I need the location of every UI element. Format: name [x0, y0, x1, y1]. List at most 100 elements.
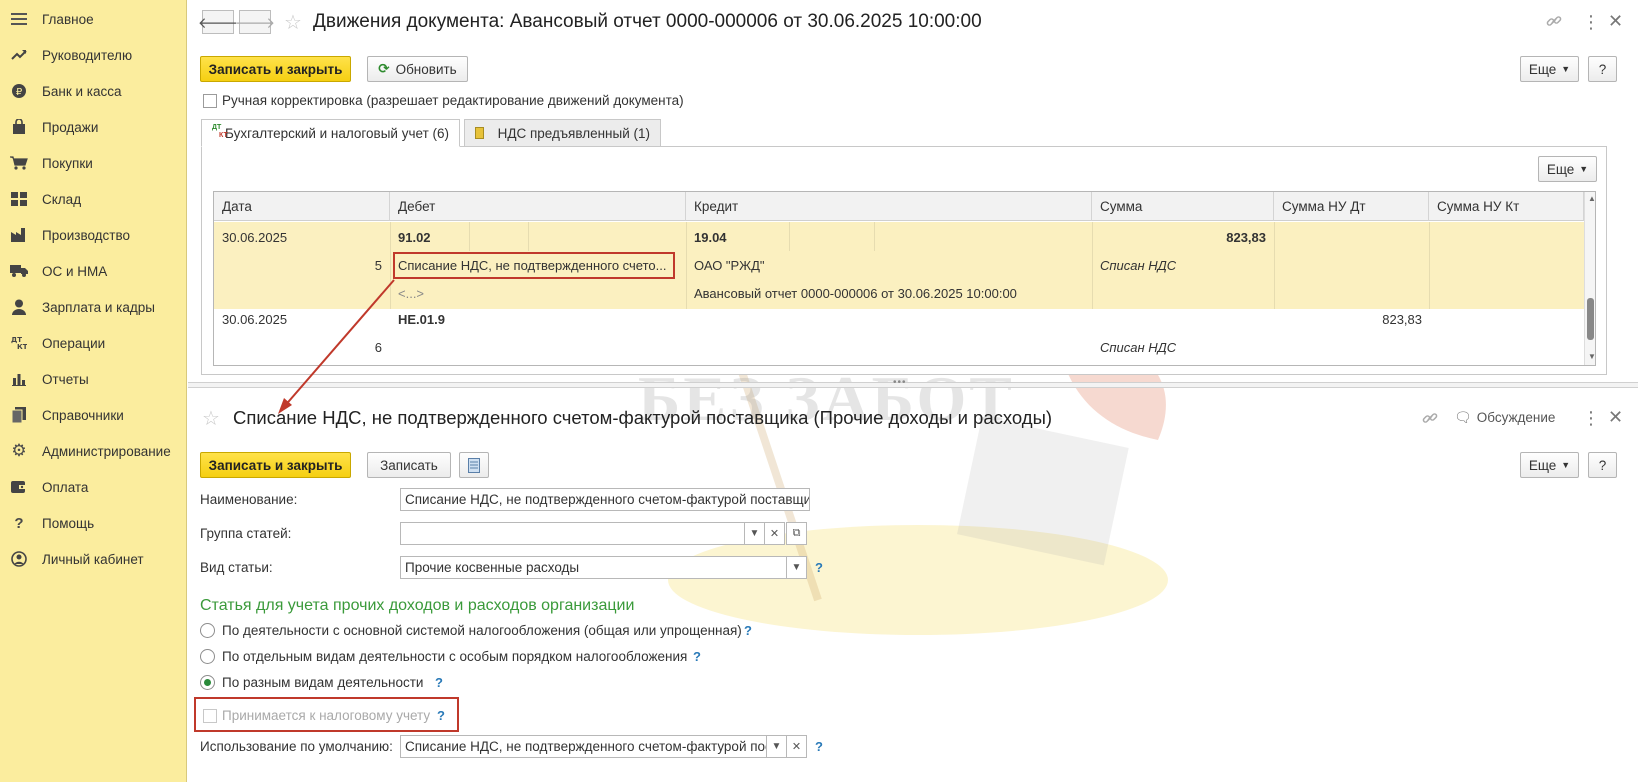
svg-text:КТ: КТ: [17, 343, 27, 350]
radio-main-tax[interactable]: [200, 623, 215, 638]
sidebar-item-label: Продажи: [42, 119, 99, 135]
sidebar-item-label: ОС и НМА: [42, 263, 108, 279]
annotation-highlight-box: [194, 697, 459, 732]
sidebar-item-bank[interactable]: ₽ Банк и касса: [0, 76, 187, 106]
factory-icon: [10, 226, 28, 244]
sidebar-item-label: Покупки: [42, 155, 93, 171]
report-button[interactable]: [459, 452, 489, 478]
radio-main-tax-label: По деятельности с основной системой нало…: [222, 623, 742, 638]
radio-special-tax[interactable]: [200, 649, 215, 664]
sidebar-item-label: Отчеты: [42, 371, 89, 387]
menu-icon: [10, 10, 28, 28]
sidebar-item-label: Руководителю: [42, 47, 133, 63]
sidebar-item-label: Администрирование: [42, 443, 171, 459]
sidebar-item-label: Справочники: [42, 407, 124, 423]
sidebar-item-account[interactable]: Личный кабинет: [0, 544, 187, 574]
bag-icon: [10, 118, 28, 136]
sidebar-item-references[interactable]: Справочники: [0, 400, 187, 430]
more-label: Еще: [1528, 457, 1557, 473]
discussion-icon: 🗨: [1454, 409, 1472, 425]
truck-icon: [10, 262, 28, 280]
sidebar-item-operations[interactable]: ДТ КТ Операции: [0, 328, 187, 358]
tab-label: Бухгалтерский и налоговый учет (6): [225, 125, 449, 141]
default-use-help-icon[interactable]: ?: [815, 739, 823, 754]
report-icon: [468, 457, 480, 473]
sidebar-item-label: Склад: [42, 191, 82, 207]
sidebar-item-fixed-assets[interactable]: ОС и НМА: [0, 256, 187, 286]
annotation-arrow: [278, 279, 395, 414]
sidebar-item-label: Главное: [42, 11, 94, 27]
help-button[interactable]: ?: [1588, 452, 1617, 478]
sidebar-item-payment[interactable]: Оплата: [0, 472, 187, 502]
default-use-field[interactable]: Списание НДС, не подтвержденного счетом-…: [400, 735, 769, 758]
radio-main-tax-help-icon[interactable]: ?: [744, 623, 752, 638]
sidebar-item-help[interactable]: ? Помощь: [0, 508, 187, 538]
radio-special-tax-label: По отдельным видам деятельности с особым…: [222, 649, 688, 664]
trend-icon: [10, 46, 28, 64]
question-icon: ?: [14, 514, 24, 532]
app-window: Главное Руководителю ₽ Банк и касса Прод…: [0, 0, 1638, 782]
bar-chart-icon: [10, 370, 28, 388]
sidebar-item-label: Банк и касса: [42, 83, 122, 99]
sidebar-item-label: Зарплата и кадры: [42, 299, 155, 315]
kind-help-icon[interactable]: ?: [815, 560, 823, 575]
sidebar-item-label: Помощь: [42, 515, 95, 531]
more-actions-icon[interactable]: ⋮: [1582, 408, 1600, 429]
group-label: Группа статей:: [200, 526, 292, 541]
kind-field[interactable]: Прочие косвенные расходы: [400, 556, 789, 579]
more-button[interactable]: Еще ▼: [1520, 452, 1579, 478]
cart-icon: [10, 154, 28, 172]
sidebar-item-label: Операции: [42, 335, 106, 351]
gear-icon: ⚙: [11, 441, 27, 460]
favorite-star-icon[interactable]: ☆: [202, 406, 220, 431]
sidebar: Главное Руководителю ₽ Банк и касса Прод…: [0, 0, 187, 782]
account-icon: [10, 550, 28, 568]
sidebar-item-label: Производство: [42, 227, 131, 243]
sidebar-item-label: Оплата: [42, 479, 89, 495]
sidebar-item-label: Личный кабинет: [42, 551, 144, 567]
tab-accounting[interactable]: ДТ КТ Бухгалтерский и налоговый учет (6): [201, 119, 460, 147]
radio-special-tax-help-icon[interactable]: ?: [693, 649, 701, 664]
save-button[interactable]: Записать: [367, 452, 451, 478]
sidebar-item-production[interactable]: Производство: [0, 220, 187, 250]
sidebar-item-salary[interactable]: Зарплата и кадры: [0, 292, 187, 322]
group-dropdown-icon[interactable]: ▼: [744, 522, 765, 545]
sidebar-item-manager[interactable]: Руководителю: [0, 40, 187, 70]
ruble-icon: ₽: [10, 82, 28, 100]
payment-icon: [10, 478, 28, 496]
discussion-label: Обсуждение: [1476, 410, 1556, 425]
sidebar-item-purchases[interactable]: Покупки: [0, 148, 187, 178]
warehouse-icon: [10, 190, 28, 208]
dt-kt-icon: ДТ КТ: [212, 124, 228, 139]
close-icon[interactable]: ✕: [1608, 407, 1623, 428]
books-icon: [10, 406, 28, 424]
main-area: УЧЕТ БЕЗ ЗАБОТ 🡐 🡒 ☆ Движения документа:…: [188, 0, 1638, 782]
name-field[interactable]: Списание НДС, не подтвержденного счетом-…: [400, 488, 810, 511]
radio-various-help-icon[interactable]: ?: [435, 675, 443, 690]
item-form-title: Списание НДС, не подтвержденного счетом-…: [233, 407, 1053, 428]
sidebar-item-reports[interactable]: Отчеты: [0, 364, 187, 394]
svg-text:₽: ₽: [16, 87, 23, 98]
default-use-clear-icon[interactable]: ✕: [786, 735, 807, 758]
kind-label: Вид статьи:: [200, 560, 273, 575]
dt-kt-icon: ДТ КТ: [10, 334, 28, 352]
radio-various[interactable]: [200, 675, 215, 690]
save-close-button[interactable]: Записать и закрыть: [200, 452, 351, 478]
sidebar-item-warehouse[interactable]: Склад: [0, 184, 187, 214]
chevron-down-icon: ▼: [1561, 460, 1571, 470]
sidebar-item-admin[interactable]: ⚙ Администрирование: [0, 436, 187, 466]
default-use-dropdown-icon[interactable]: ▼: [766, 735, 787, 758]
default-use-label: Использование по умолчанию:: [200, 739, 393, 754]
group-field[interactable]: [400, 522, 747, 545]
name-label: Наименование:: [200, 492, 298, 507]
sidebar-item-sales[interactable]: Продажи: [0, 112, 187, 142]
discussion-button[interactable]: 🗨 Обсуждение: [1454, 409, 1555, 426]
person-icon: [10, 298, 28, 316]
radio-various-label: По разным видам деятельности: [222, 675, 424, 690]
kind-dropdown-icon[interactable]: ▼: [786, 556, 807, 579]
group-clear-icon[interactable]: ✕: [764, 522, 785, 545]
group-open-icon[interactable]: ⧉: [786, 522, 807, 545]
link-icon[interactable]: [1422, 410, 1438, 426]
section-title: Статья для учета прочих доходов и расход…: [200, 597, 635, 614]
sidebar-item-main[interactable]: Главное: [0, 4, 187, 34]
